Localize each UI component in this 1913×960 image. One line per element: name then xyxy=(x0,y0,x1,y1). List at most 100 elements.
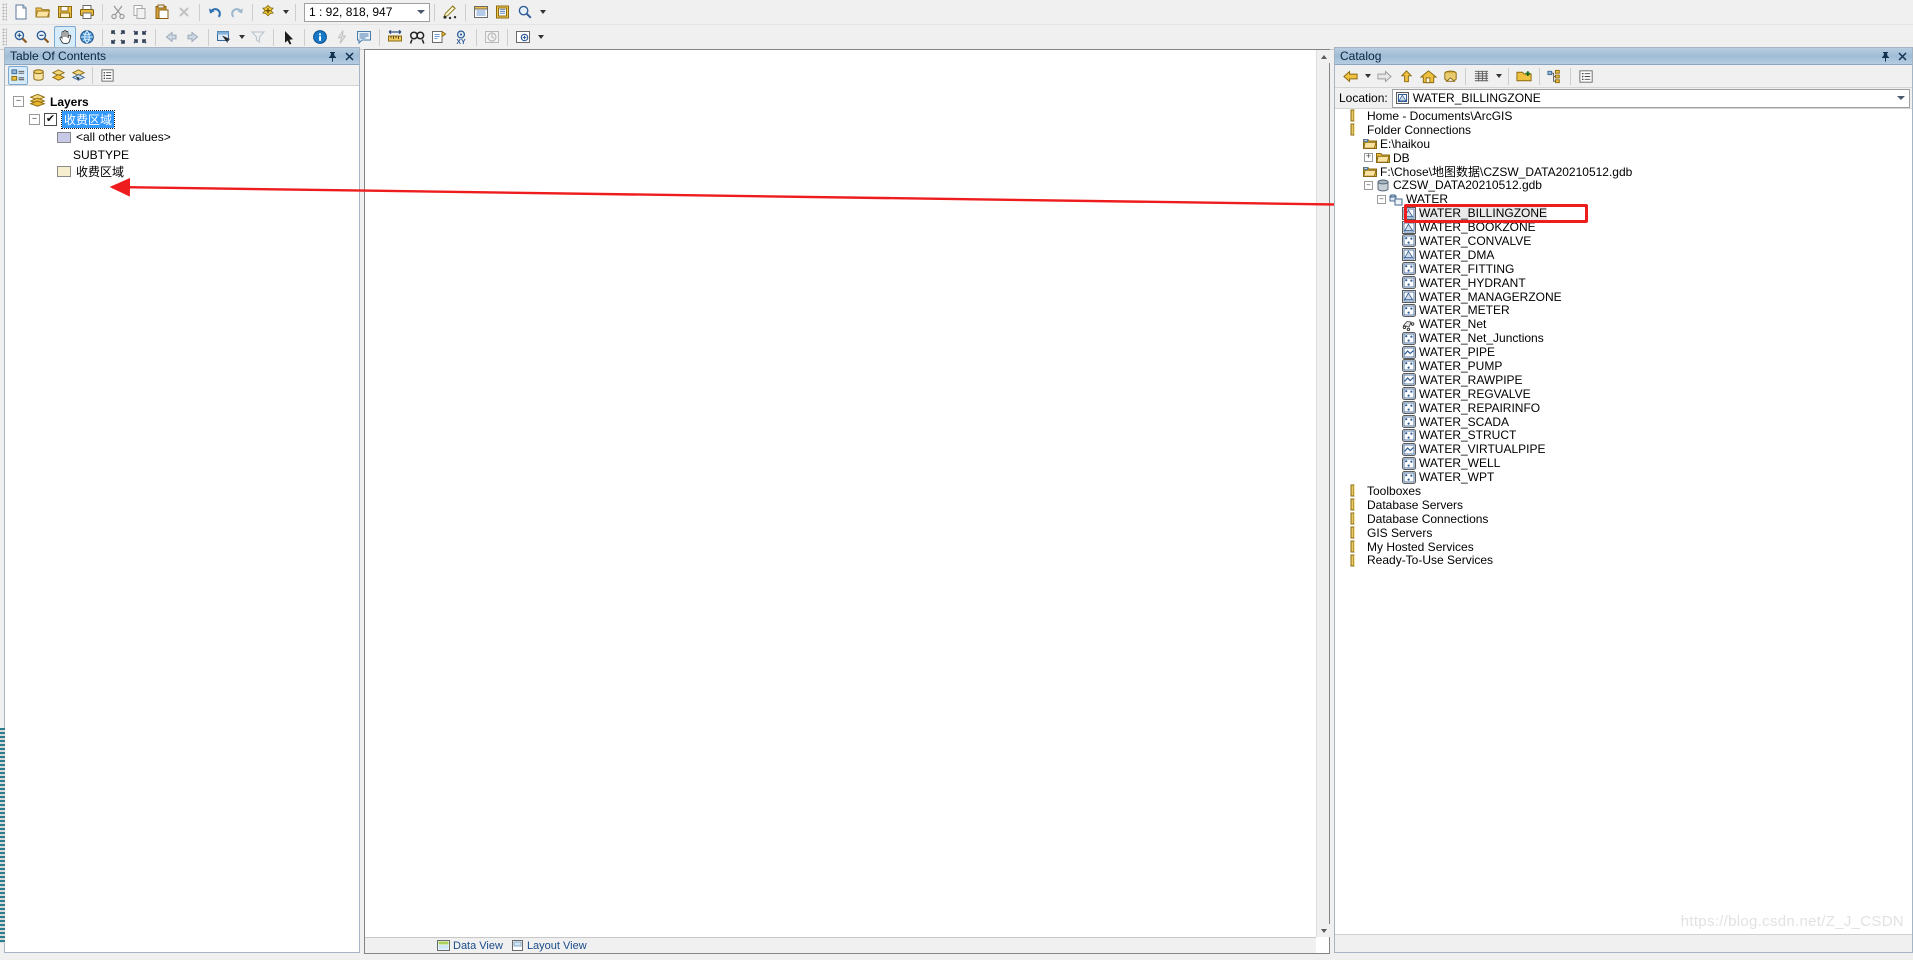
catalog-tree-item[interactable]: F:\Chose\地图数据\CZSW_DATA20210512.gdb xyxy=(1335,165,1912,179)
catalog-tree-item[interactable]: WATER_RAWPIPE xyxy=(1335,373,1912,387)
map-scale-combobox[interactable]: 1 : 92, 818, 947 xyxy=(304,2,430,22)
fixed-zoom-in-icon[interactable] xyxy=(107,26,129,48)
catalog-tree-item[interactable]: WATER_MANAGERZONE xyxy=(1335,290,1912,304)
expander-minus-icon[interactable]: – xyxy=(1377,194,1386,204)
list-by-source-icon[interactable] xyxy=(28,66,48,85)
catalog-tree-item[interactable]: WATER_WELL xyxy=(1335,456,1912,470)
catalog-tree-item[interactable]: Home - Documents\ArcGIS xyxy=(1335,109,1912,123)
select-elements-icon[interactable] xyxy=(278,26,300,48)
scroll-down-icon[interactable] xyxy=(1317,924,1330,937)
catalog-tree-item[interactable]: WATER_BILLINGZONE xyxy=(1335,206,1912,221)
close-icon[interactable] xyxy=(342,49,356,63)
print-icon[interactable] xyxy=(76,1,98,23)
catalog-tree-item[interactable]: My Hosted Services xyxy=(1335,540,1912,554)
catalog-tree[interactable]: Home - Documents\ArcGIS Folder Connection… xyxy=(1335,109,1912,934)
save-icon[interactable] xyxy=(54,1,76,23)
catalog-tree-item[interactable]: WATER_PUMP xyxy=(1335,359,1912,373)
catalog-options-icon[interactable] xyxy=(1575,65,1597,87)
delete-icon[interactable] xyxy=(173,1,195,23)
pan-icon[interactable] xyxy=(54,26,76,48)
pin-icon[interactable] xyxy=(325,49,339,63)
catalog-tree-item[interactable]: WATER_SCADA xyxy=(1335,415,1912,429)
search-window-icon[interactable] xyxy=(514,1,536,23)
catalog-tree-item[interactable]: WATER_Net_Junctions xyxy=(1335,331,1912,345)
catalog-tree-item[interactable]: WATER_METER xyxy=(1335,303,1912,317)
go-to-xy-icon[interactable]: XY xyxy=(450,26,472,48)
toolbar-grip[interactable] xyxy=(2,28,7,46)
map-canvas[interactable] xyxy=(365,50,1316,937)
paste-icon[interactable] xyxy=(151,1,173,23)
catalog-tree-item[interactable]: WATER_CONVALVE xyxy=(1335,234,1912,248)
toolbar-grip[interactable] xyxy=(2,3,7,21)
connect-to-folder-icon[interactable] xyxy=(1513,65,1535,87)
zoom-in-icon[interactable] xyxy=(10,26,32,48)
map-vertical-scrollbar[interactable] xyxy=(1316,50,1330,937)
layer-visibility-checkbox[interactable]: ✔ xyxy=(44,113,57,126)
catalog-tree-item[interactable]: Folder Connections xyxy=(1335,123,1912,137)
toc-options-icon[interactable] xyxy=(97,66,117,85)
open-document-icon[interactable] xyxy=(32,1,54,23)
catalog-tree-item[interactable]: WATER_FITTING xyxy=(1335,262,1912,276)
home-icon[interactable] xyxy=(1417,65,1439,87)
toc-tree[interactable]: – Layers – ✔ 收费区域 <all other values> SUB… xyxy=(5,86,359,952)
expander-plus-icon[interactable]: + xyxy=(1364,153,1373,163)
add-data-dropdown-icon[interactable] xyxy=(279,1,291,23)
list-by-drawing-order-icon[interactable] xyxy=(8,65,28,85)
toc-node-symbol[interactable]: <all other values> xyxy=(5,128,359,146)
identify-icon[interactable] xyxy=(309,26,331,48)
tab-layout-view[interactable]: Layout View xyxy=(507,938,591,953)
toc-node-layers[interactable]: – Layers xyxy=(5,92,359,111)
clear-selection-icon[interactable] xyxy=(247,26,269,48)
catalog-tree-item[interactable]: WATER_BOOKZONE xyxy=(1335,220,1912,234)
toc-node-layer[interactable]: – ✔ 收费区域 xyxy=(5,110,359,129)
catalog-tree-item[interactable]: WATER_REPAIRINFO xyxy=(1335,401,1912,415)
create-viewer-window-icon[interactable] xyxy=(512,26,534,48)
catalog-tree-item[interactable]: – WATER xyxy=(1335,192,1912,206)
zoom-out-icon[interactable] xyxy=(32,26,54,48)
fixed-zoom-out-icon[interactable] xyxy=(129,26,151,48)
contents-view-dropdown-icon[interactable] xyxy=(1492,65,1504,87)
location-combobox[interactable]: WATER_BILLINGZONE xyxy=(1391,88,1910,108)
scroll-up-icon[interactable] xyxy=(1317,50,1330,63)
cut-icon[interactable] xyxy=(107,1,129,23)
previous-extent-icon[interactable] xyxy=(160,26,182,48)
catalog-tree-item[interactable]: WATER_STRUCT xyxy=(1335,428,1912,442)
redo-icon[interactable] xyxy=(226,1,248,23)
close-icon[interactable] xyxy=(1895,49,1909,63)
editor-toolbar-icon[interactable] xyxy=(439,1,461,23)
contents-view-icon[interactable] xyxy=(1470,65,1492,87)
default-geodatabase-icon[interactable] xyxy=(1439,65,1461,87)
table-of-contents-icon[interactable] xyxy=(470,1,492,23)
expander-minus-icon[interactable]: – xyxy=(13,96,24,107)
search-dropdown-icon[interactable] xyxy=(536,1,548,23)
map-scale-dropdown-icon[interactable] xyxy=(412,4,429,21)
catalog-tree-item[interactable]: WATER_Net xyxy=(1335,317,1912,331)
view-tab-strip[interactable]: Data View Layout View xyxy=(365,937,1316,953)
list-by-selection-icon[interactable] xyxy=(68,66,88,85)
catalog-tree-item[interactable]: WATER_VIRTUALPIPE xyxy=(1335,442,1912,456)
expander-minus-icon[interactable]: – xyxy=(1364,180,1373,190)
catalog-tree-item[interactable]: Toolboxes xyxy=(1335,484,1912,498)
full-extent-icon[interactable] xyxy=(76,26,98,48)
next-extent-icon[interactable] xyxy=(182,26,204,48)
forward-icon[interactable] xyxy=(1373,65,1395,87)
catalog-tree-item[interactable]: WATER_REGVALVE xyxy=(1335,387,1912,401)
up-one-level-icon[interactable] xyxy=(1395,65,1417,87)
catalog-tree-item[interactable]: WATER_DMA xyxy=(1335,248,1912,262)
catalog-tree-item[interactable]: GIS Servers xyxy=(1335,526,1912,540)
undo-icon[interactable] xyxy=(204,1,226,23)
toc-node-symbol[interactable]: 收费区域 xyxy=(5,163,359,180)
map-data-frame[interactable]: Data View Layout View xyxy=(364,49,1330,954)
hyperlink-icon[interactable] xyxy=(331,26,353,48)
select-features-icon[interactable] xyxy=(213,26,235,48)
catalog-tree-item[interactable]: WATER_HYDRANT xyxy=(1335,276,1912,290)
catalog-tree-item[interactable]: Database Connections xyxy=(1335,512,1912,526)
pin-icon[interactable] xyxy=(1878,49,1892,63)
location-dropdown-icon[interactable] xyxy=(1893,96,1909,100)
html-popup-icon[interactable] xyxy=(353,26,375,48)
tools-overflow-icon[interactable] xyxy=(534,26,546,48)
add-data-icon[interactable] xyxy=(257,1,279,23)
catalog-tree-item[interactable]: WATER_PIPE xyxy=(1335,345,1912,359)
find-route-icon[interactable] xyxy=(428,26,450,48)
catalog-tree-item[interactable]: – CZSW_DATA20210512.gdb xyxy=(1335,178,1912,192)
